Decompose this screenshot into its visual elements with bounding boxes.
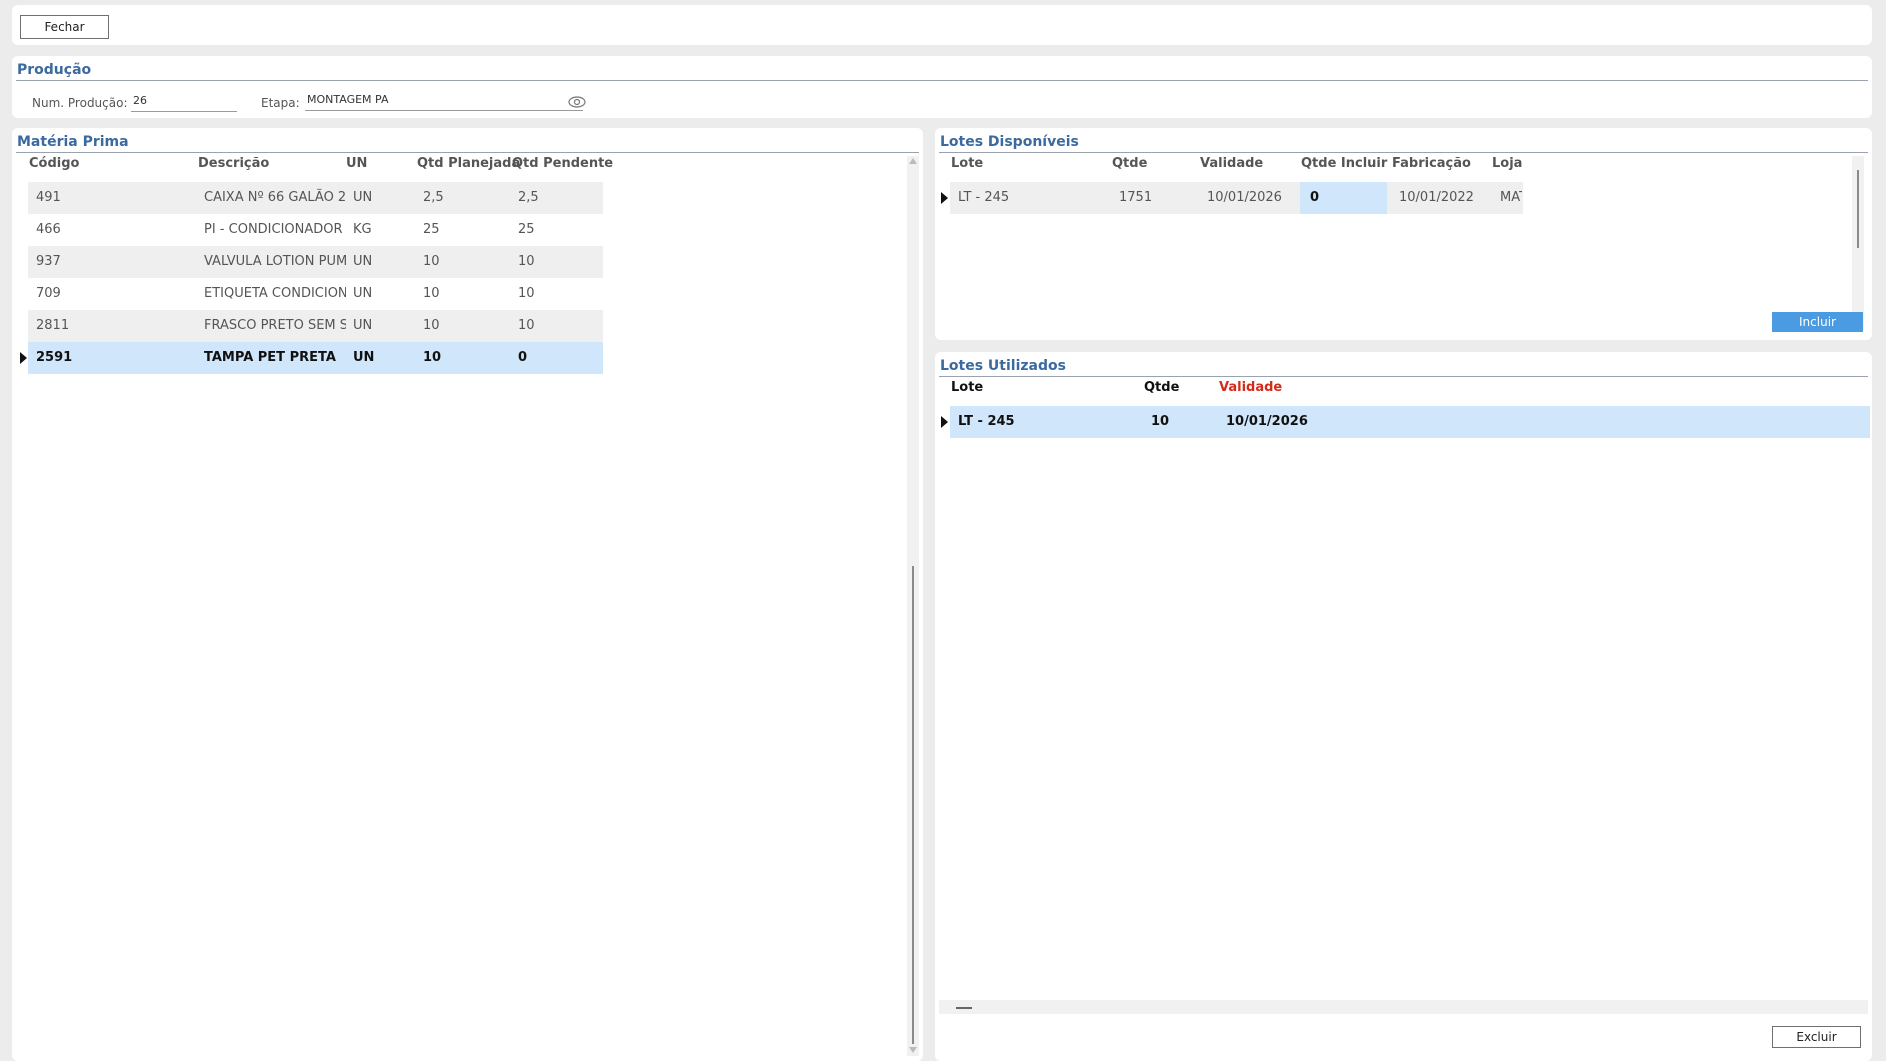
table-row[interactable]: LT - 245 1751 10/01/2026 0 10/01/2022 MA… <box>950 182 1523 214</box>
toolbar-panel: Fechar <box>12 5 1872 45</box>
row-selected-marker <box>941 416 948 428</box>
cell-pendente: 10 <box>518 286 535 301</box>
cell-descricao: PI - CONDICIONADOR <box>204 222 343 237</box>
cell-descricao: ETIQUETA CONDICIONADOR <box>204 286 346 301</box>
cell-pendente: 0 <box>518 350 528 365</box>
cell-descricao: VALVULA LOTION PUMP <box>204 254 346 269</box>
num-producao-field[interactable]: 26 <box>131 92 237 112</box>
cell-pendente: 10 <box>518 318 535 333</box>
eye-icon[interactable] <box>568 95 586 113</box>
cell-codigo: 491 <box>36 190 61 205</box>
cell-qtde: 1751 <box>1119 190 1153 205</box>
close-button[interactable]: Fechar <box>20 15 109 39</box>
col-loja[interactable]: Loja <box>1492 156 1522 171</box>
cell-un: UN <box>353 190 373 205</box>
cell-planejada: 25 <box>423 222 440 237</box>
etapa-field[interactable]: MONTAGEM PA <box>305 91 583 111</box>
cell-incluir[interactable]: 0 <box>1310 182 1380 214</box>
table-row[interactable]: 466 PI - CONDICIONADOR KG 25 25 <box>28 214 603 246</box>
scrollbar-thumb[interactable] <box>956 1007 972 1009</box>
lotes-disponiveis-divider <box>939 152 1868 153</box>
lotes-utilizados-title: Lotes Utilizados <box>940 358 1066 374</box>
qtde-incluir-field[interactable]: 0 <box>1300 182 1387 214</box>
cell-pendente: 10 <box>518 254 535 269</box>
col-fabricacao[interactable]: Fabricação <box>1392 156 1471 171</box>
table-row[interactable]: 937 VALVULA LOTION PUMP UN 10 10 <box>28 246 603 278</box>
table-row[interactable]: 2811 FRASCO PRETO SEM SILK UN 10 10 <box>28 310 603 342</box>
cell-qtde: 10 <box>1151 414 1170 429</box>
cell-validade: 10/01/2026 <box>1207 190 1282 205</box>
col-validade[interactable]: Validade <box>1200 156 1263 171</box>
col-qtd-pendente[interactable]: Qtd Pendente <box>512 156 613 171</box>
num-producao-label: Num. Produção: <box>32 96 128 110</box>
lotes-disponiveis-panel: Lotes Disponíveis Lote Qtde Validade Qtd… <box>935 128 1872 340</box>
cell-planejada: 10 <box>423 286 440 301</box>
table-row-selected[interactable]: LT - 245 10 10/01/2026 <box>950 406 1870 438</box>
lotes-disponiveis-title: Lotes Disponíveis <box>940 134 1079 150</box>
col-lote[interactable]: Lote <box>951 156 983 171</box>
cell-codigo: 2591 <box>36 350 73 365</box>
col-lote[interactable]: Lote <box>951 380 983 395</box>
cell-descricao: CAIXA Nº 66 GALÃO 2 <box>204 190 346 205</box>
materia-prima-divider <box>16 152 919 153</box>
cell-pendente: 2,5 <box>518 190 539 205</box>
cell-codigo: 937 <box>36 254 61 269</box>
producao-title: Produção <box>17 62 92 78</box>
cell-un: UN <box>353 350 375 365</box>
delete-button[interactable]: Excluir <box>1772 1026 1861 1048</box>
cell-planejada: 10 <box>423 350 442 365</box>
scroll-down-icon[interactable] <box>909 1047 917 1053</box>
cell-codigo: 2811 <box>36 318 70 333</box>
cell-planejada: 2,5 <box>423 190 444 205</box>
table-row-selected[interactable]: 2591 TAMPA PET PRETA UN 10 0 <box>28 342 603 374</box>
cell-un: KG <box>353 222 372 237</box>
cell-lote: LT - 245 <box>958 190 1010 205</box>
include-button[interactable]: Incluir <box>1772 312 1863 332</box>
col-un[interactable]: UN <box>346 156 367 171</box>
col-qtd-planejada[interactable]: Qtd Planejada <box>417 156 520 171</box>
col-qtde-incluir[interactable]: Qtde Incluir <box>1301 156 1387 171</box>
materia-prima-panel: Matéria Prima Código Descrição UN Qtd Pl… <box>12 128 923 1061</box>
cell-planejada: 10 <box>423 318 440 333</box>
cell-codigo: 709 <box>36 286 61 301</box>
cell-descricao: FRASCO PRETO SEM SILK <box>204 318 346 333</box>
col-descricao[interactable]: Descrição <box>198 156 269 171</box>
row-selected-marker <box>941 192 948 204</box>
producao-panel: Produção Num. Produção: 26 Etapa: MONTAG… <box>12 56 1872 118</box>
cell-planejada: 10 <box>423 254 440 269</box>
cell-pendente: 25 <box>518 222 535 237</box>
cell-descricao: TAMPA PET PRETA <box>204 350 336 365</box>
scroll-up-icon[interactable] <box>909 158 917 164</box>
col-validade[interactable]: Validade <box>1219 380 1282 395</box>
col-codigo[interactable]: Código <box>29 156 79 171</box>
cell-fabricacao: 10/01/2022 <box>1399 190 1474 205</box>
cell-un: UN <box>353 318 373 333</box>
row-selected-marker <box>20 352 27 364</box>
col-qtde[interactable]: Qtde <box>1144 380 1179 395</box>
cell-validade: 10/01/2026 <box>1226 414 1308 429</box>
horizontal-scrollbar[interactable] <box>939 1000 1868 1014</box>
table-row[interactable]: 709 ETIQUETA CONDICIONADOR UN 10 10 <box>28 278 603 310</box>
etapa-label: Etapa: <box>261 96 300 110</box>
cell-codigo: 466 <box>36 222 61 237</box>
col-qtde[interactable]: Qtde <box>1112 156 1147 171</box>
cell-un: UN <box>353 286 373 301</box>
materia-prima-title: Matéria Prima <box>17 134 129 150</box>
scrollbar-thumb[interactable] <box>912 566 914 1044</box>
producao-divider <box>16 80 1868 81</box>
lotes-utilizados-divider <box>939 376 1868 377</box>
lotes-utilizados-panel: Lotes Utilizados Lote Qtde Validade LT -… <box>935 352 1872 1061</box>
scrollbar-thumb[interactable] <box>1857 170 1859 248</box>
cell-lote: LT - 245 <box>958 414 1015 429</box>
cell-un: UN <box>353 254 373 269</box>
cell-loja: MAT <box>1500 190 1522 205</box>
table-row[interactable]: 491 CAIXA Nº 66 GALÃO 2 UN 2,5 2,5 <box>28 182 603 214</box>
